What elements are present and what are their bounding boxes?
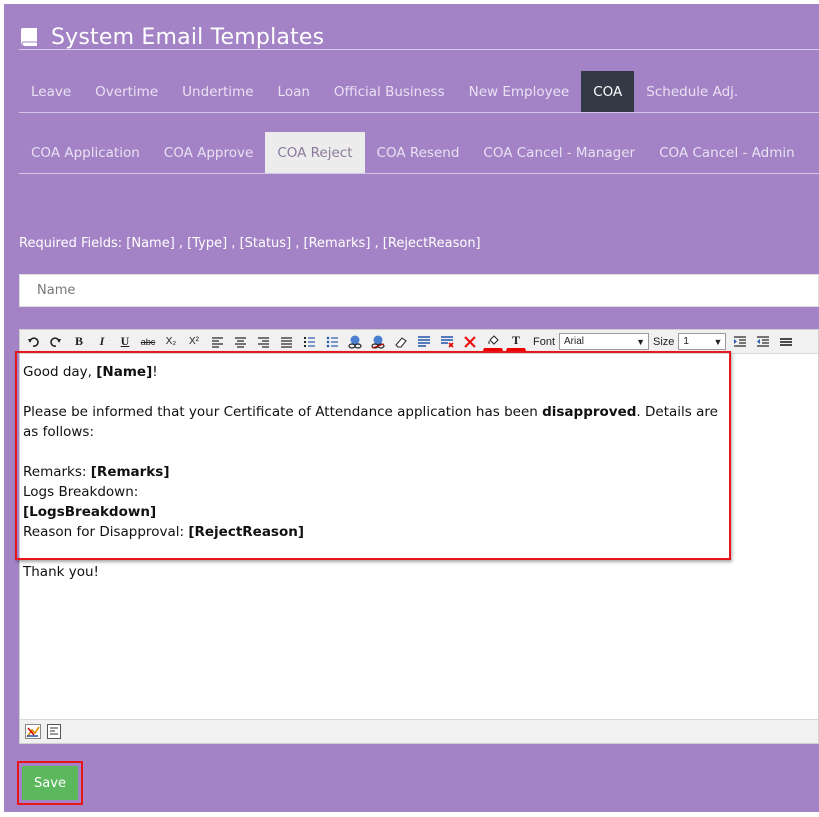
remarks-line: Remarks: [Remarks] [23,462,730,482]
superscript-button[interactable]: X² [184,333,204,351]
chevron-down-icon: ▼ [713,337,723,347]
justify-icon[interactable] [276,333,296,351]
design-mode-icon[interactable] [24,724,42,740]
editor-footer [20,719,818,743]
font-label: Font [533,335,556,348]
strikethrough-button[interactable]: abc [138,333,158,351]
logs-placeholder: [LogsBreakdown] [23,504,157,520]
bullet-list-icon[interactable] [322,333,342,351]
align-right-icon[interactable] [253,333,273,351]
subtab-coa-approve[interactable]: COA Approve [152,132,266,173]
align-center-icon[interactable] [230,333,250,351]
subtab-coa-application[interactable]: COA Application [19,132,152,173]
main-tabs: Leave Overtime Undertime Loan Official B… [19,71,819,113]
header: System Email Templates [20,22,324,52]
title-divider [19,49,819,50]
email-body[interactable]: Good day, [Name]! Please be informed tha… [20,359,733,580]
required-fields-text: Required Fields: [Name] , [Type] , [Stat… [19,236,481,251]
clear-format-icon[interactable] [437,333,457,351]
tab-undertime[interactable]: Undertime [170,71,265,112]
subject-input[interactable] [19,274,819,307]
align-left-icon[interactable] [207,333,227,351]
sub-tabs: COA Application COA Approve COA Reject C… [19,132,819,174]
greeting-prefix: Good day, [23,364,97,380]
editor-toolbar: B I U abc X₂ X² T Font Arial ▼ Size 1 ▼ [20,330,818,354]
delete-icon[interactable] [460,333,480,351]
tab-new-employee[interactable]: New Employee [457,71,582,112]
font-select[interactable]: Arial ▼ [559,333,650,350]
tab-coa[interactable]: COA [581,71,635,112]
page-title: System Email Templates [51,24,325,50]
tab-leave[interactable]: Leave [19,71,83,112]
underline-button[interactable]: U [115,333,135,351]
text-color-button[interactable]: T [506,333,526,351]
italic-button[interactable]: I [92,333,112,351]
subscript-button[interactable]: X₂ [161,333,181,351]
save-highlight: Save [17,761,83,805]
name-placeholder: [Name] [96,364,153,380]
horizontal-rule-icon[interactable] [776,333,796,351]
logs-label-line: Logs Breakdown: [23,484,139,500]
highlight-color-icon[interactable] [483,333,503,351]
size-label: Size [653,335,675,348]
size-select[interactable]: 1 ▼ [678,333,727,350]
tab-official-business[interactable]: Official Business [322,71,457,112]
eraser-icon[interactable] [391,333,411,351]
inform-line: Please be informed that your Certificate… [23,402,730,442]
insert-link-icon[interactable] [345,333,365,351]
redo-icon[interactable] [46,333,66,351]
bold-button[interactable]: B [69,333,89,351]
tab-schedule-adj[interactable]: Schedule Adj. [634,71,750,112]
save-button[interactable]: Save [22,766,78,800]
subtab-coa-cancel-admin[interactable]: COA Cancel - Admin [647,132,807,173]
template-panel: System Email Templates Leave Overtime Un… [4,4,819,812]
remove-link-icon[interactable] [368,333,388,351]
greeting-line: Good day, [Name]! [23,362,730,382]
inform-prefix: Please be informed that your Certificate… [23,404,543,420]
paragraph-format-icon[interactable] [414,333,434,351]
reason-line: Reason for Disapproval: [RejectReason] [23,522,730,542]
rich-text-editor: B I U abc X₂ X² T Font Arial ▼ Size 1 ▼ … [19,329,819,744]
html-mode-icon[interactable] [45,724,63,740]
reason-label: Reason for Disapproval: [23,524,189,540]
numbered-list-icon[interactable] [299,333,319,351]
indent-icon[interactable] [730,333,750,351]
remarks-placeholder: [Remarks] [90,464,170,480]
subtab-coa-cancel-manager[interactable]: COA Cancel - Manager [471,132,647,173]
font-select-value: Arial [564,336,585,347]
tab-overtime[interactable]: Overtime [83,71,170,112]
logs-line: [LogsBreakdown] [23,502,730,522]
book-icon [20,26,40,48]
subtab-coa-resend[interactable]: COA Resend [365,132,472,173]
outdent-icon[interactable] [753,333,773,351]
chevron-down-icon: ▼ [636,337,646,347]
disapproved-text: disapproved [542,404,637,420]
greeting-suffix: ! [152,364,158,380]
tab-loan[interactable]: Loan [266,71,322,112]
subtab-coa-reject[interactable]: COA Reject [265,132,365,173]
closing-line: Thank you! [23,564,99,580]
undo-icon[interactable] [23,333,43,351]
size-select-value: 1 [683,336,689,347]
reason-placeholder: [RejectReason] [188,524,305,540]
remarks-label: Remarks: [23,464,91,480]
